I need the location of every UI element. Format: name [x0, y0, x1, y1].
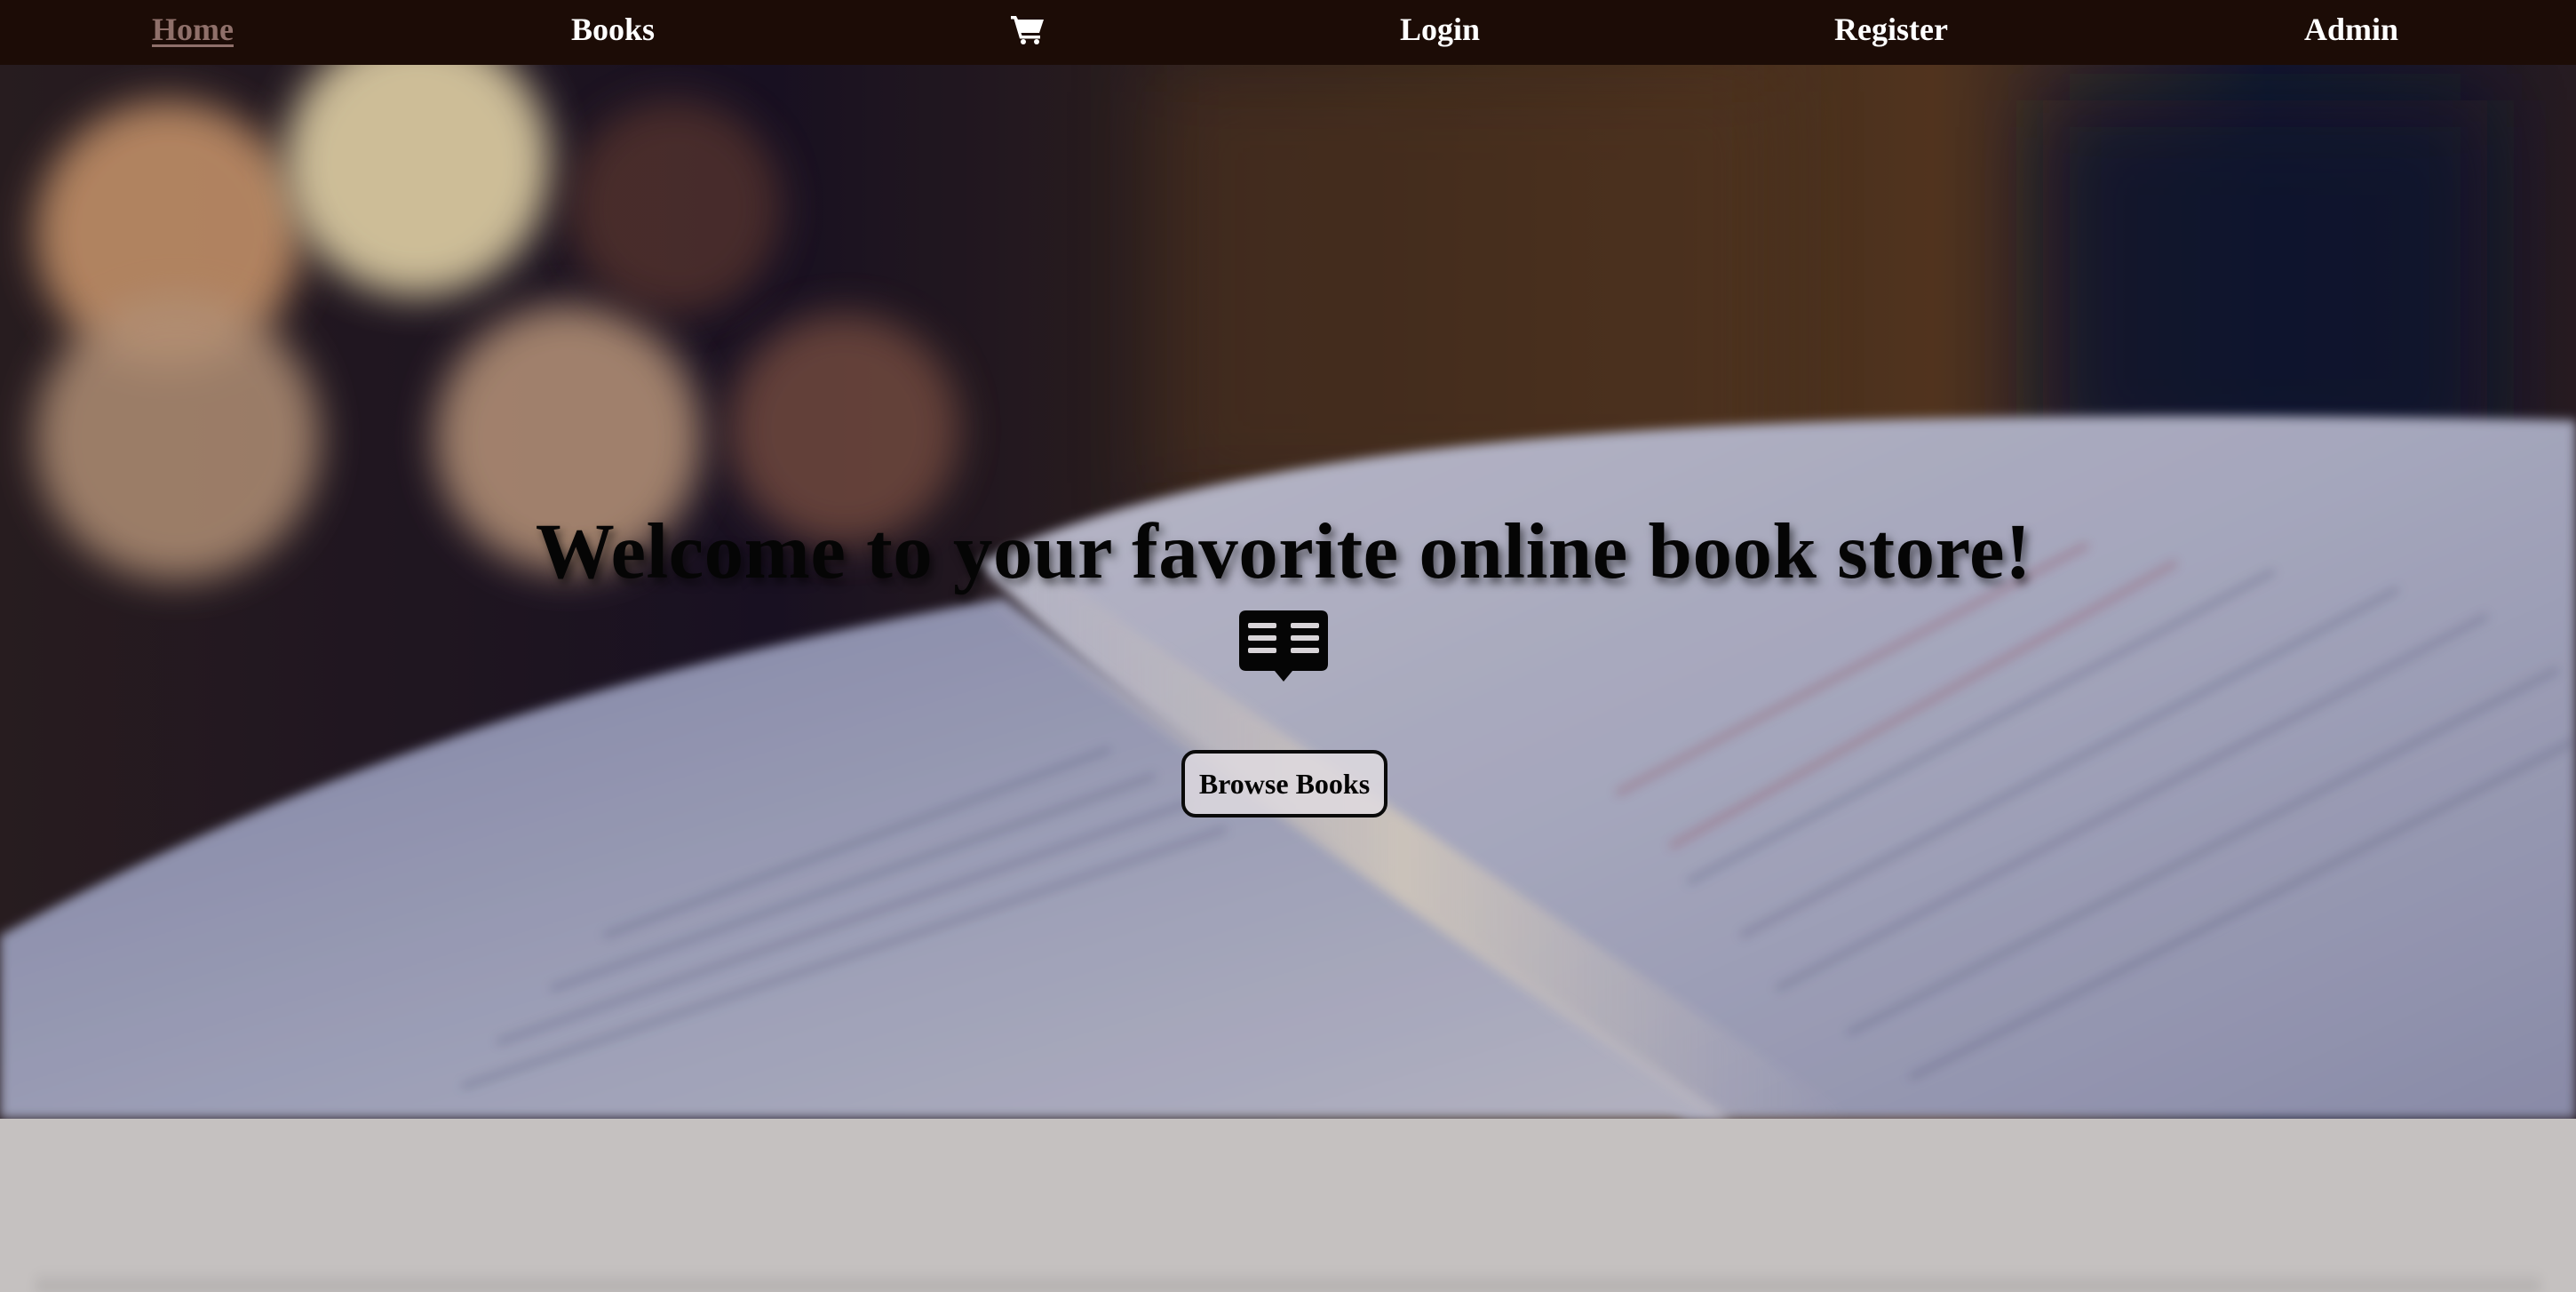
nav-admin-link[interactable]: Admin: [2304, 0, 2398, 65]
nav-cart-link[interactable]: [1006, 0, 1050, 65]
nav-books-link[interactable]: Books: [571, 0, 655, 65]
hero-section: Welcome to your favorite online book sto…: [0, 65, 2576, 1119]
nav-home-link[interactable]: Home: [152, 0, 234, 65]
open-book-icon: [1239, 610, 1328, 682]
nav-register-link[interactable]: Register: [1834, 0, 1948, 65]
browse-books-button[interactable]: Browse Books: [1181, 750, 1387, 817]
content-area: [0, 1119, 2576, 1292]
shopping-cart-icon: [1011, 15, 1044, 44]
nav-login-link[interactable]: Login: [1400, 0, 1480, 65]
hero-title: Welcome to your favorite online book sto…: [535, 508, 2032, 595]
top-navbar: Home Books Login Register Admin: [0, 0, 2576, 65]
content-shadow: [36, 1271, 2540, 1292]
